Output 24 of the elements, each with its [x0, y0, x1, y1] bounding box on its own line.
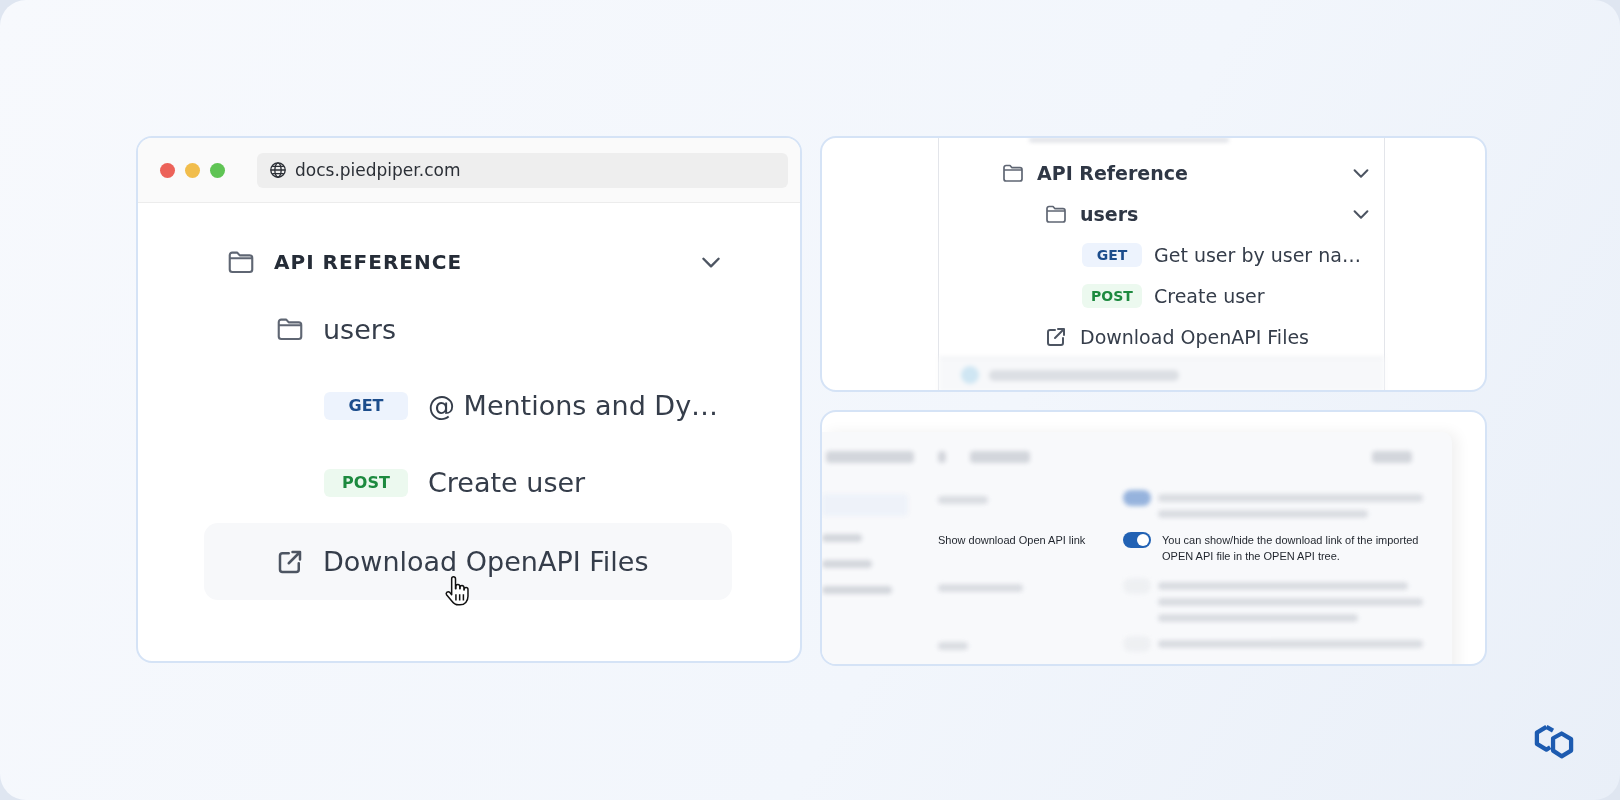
folder-link[interactable]: users [1080, 202, 1139, 225]
blurred-control-drawing [1372, 451, 1412, 463]
folder-link[interactable]: users [323, 313, 396, 345]
folder-link[interactable]: API Reference [1037, 161, 1188, 184]
minimize-button[interactable] [185, 162, 200, 178]
setting-label: Show download Open API link [938, 533, 1087, 548]
download-link[interactable]: Download OpenAPI Files [323, 546, 649, 577]
endpoint-link[interactable]: Create user [428, 467, 586, 498]
maximize-button[interactable] [210, 162, 225, 178]
toggle-switch[interactable] [1123, 532, 1151, 548]
method-badge: POST [1082, 283, 1142, 308]
method-badge: GET [1082, 242, 1142, 267]
download-link[interactable]: Download OpenAPI Files [1080, 325, 1310, 348]
close-button[interactable] [160, 162, 175, 178]
setting-description: You can show/hide the download link of the imported OPEN API file in the OPEN API tree. [1161, 533, 1420, 564]
method-badge: POST [324, 468, 408, 497]
endpoint-link[interactable]: Create user [1154, 284, 1265, 307]
blurred-title-drawing [970, 451, 1030, 463]
address-bar[interactable]: docs.piedpiper.com [257, 152, 788, 188]
globe-icon [269, 161, 287, 179]
method-badge: GET [324, 391, 408, 420]
endpoint-link[interactable]: @ Mentions and Dy… [428, 390, 719, 421]
endpoint-link[interactable]: Get user by user na… [1154, 243, 1361, 266]
folder-link[interactable]: API REFERENCE [274, 250, 463, 274]
